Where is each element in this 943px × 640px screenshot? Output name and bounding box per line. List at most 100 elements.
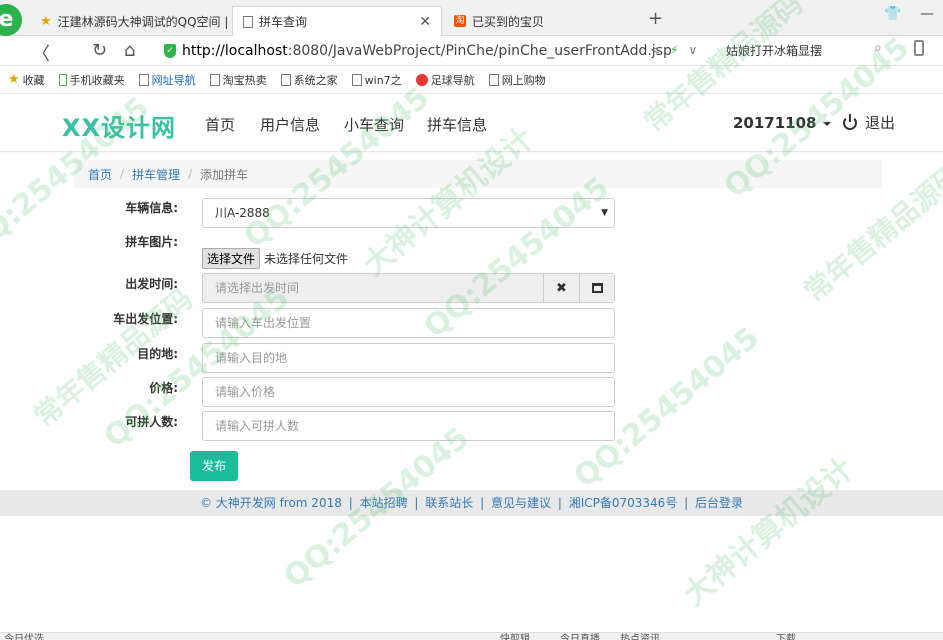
page-icon bbox=[280, 73, 291, 86]
page-icon bbox=[488, 73, 499, 86]
shield-icon: ✓ bbox=[164, 44, 176, 58]
tab-label: 汪建林源码大神调试的QQ空间 | bbox=[57, 14, 229, 29]
car-select-value: 川A-2888 bbox=[215, 206, 270, 220]
page-icon bbox=[243, 15, 253, 28]
new-tab-button[interactable]: + bbox=[648, 8, 663, 29]
depart-time-picker: 请选择出发时间 ✖ bbox=[202, 273, 615, 303]
lightning-icon[interactable]: ⚡ bbox=[670, 43, 678, 57]
home-icon[interactable]: ⌂ bbox=[124, 40, 135, 61]
bookmark-win7[interactable]: win7之 bbox=[351, 72, 402, 88]
footer-copyright[interactable]: © 大神开发网 from 2018 bbox=[200, 496, 342, 510]
star-icon: ★ bbox=[8, 72, 20, 87]
price-input[interactable]: 请输入价格 bbox=[202, 377, 615, 407]
url-tools: < ⚡ ∨ bbox=[650, 43, 697, 57]
tab-pinche-query[interactable]: 拼车查询 ✕ bbox=[232, 6, 442, 36]
tab-taobao-bought[interactable]: 淘 已买到的宝贝 bbox=[444, 6, 634, 36]
depart-time-input[interactable]: 请选择出发时间 bbox=[202, 273, 544, 303]
breadcrumb-separator: / bbox=[120, 167, 125, 181]
breadcrumb-section[interactable]: 拼车管理 bbox=[132, 166, 180, 183]
close-tab-icon[interactable]: ✕ bbox=[419, 14, 431, 30]
tab-label: 拼车查询 bbox=[259, 15, 308, 29]
nav-home[interactable]: 首页 bbox=[205, 114, 235, 135]
image-label: 拼车图片: bbox=[125, 235, 178, 249]
caret-down-icon bbox=[822, 121, 831, 126]
footer-link-icp[interactable]: 湘ICP备0703346号 bbox=[569, 496, 678, 510]
choose-file-button[interactable]: 选择文件 bbox=[202, 248, 261, 269]
bookmark-mobile[interactable]: 手机收藏夹 bbox=[58, 72, 125, 88]
footer-separator: | bbox=[348, 496, 353, 510]
bookmark-label: 系统之家 bbox=[293, 73, 338, 87]
bookmark-system[interactable]: 系统之家 bbox=[280, 72, 338, 88]
footer-link-feedback[interactable]: 意见与建议 bbox=[491, 496, 551, 510]
status-item-clip[interactable]: 快剪辑 bbox=[500, 633, 530, 640]
footer-separator: | bbox=[480, 496, 485, 510]
page-icon bbox=[351, 73, 362, 86]
chevron-down-icon: ▼ bbox=[601, 208, 608, 218]
dest-label: 目的地: bbox=[137, 347, 178, 361]
nav-pinche-info[interactable]: 拼车信息 bbox=[427, 114, 487, 135]
bookmark-label: win7之 bbox=[364, 73, 402, 87]
watermark-design: 大神计算机设计 bbox=[676, 451, 861, 614]
share-icon[interactable]: < bbox=[650, 43, 660, 57]
minimize-icon[interactable]: — bbox=[920, 6, 934, 22]
bookmark-taobao[interactable]: 淘宝热卖 bbox=[209, 72, 267, 88]
submit-button[interactable]: 发布 bbox=[190, 451, 238, 481]
back-icon[interactable]: 〈 bbox=[32, 40, 50, 66]
file-upload: 选择文件 未选择任何文件 bbox=[202, 248, 348, 269]
bookmark-label: 收藏 bbox=[22, 73, 45, 87]
user-name: 20171108 bbox=[733, 114, 817, 132]
footer-link-admin[interactable]: 后台登录 bbox=[695, 496, 743, 510]
bookmark-label: 淘宝热卖 bbox=[222, 73, 267, 87]
footer-separator: | bbox=[684, 496, 689, 510]
logout-label: 退出 bbox=[865, 114, 896, 132]
browser-tab-strip: e ★ 汪建林源码大神调试的QQ空间 | 拼车查询 ✕ 淘 已买到的宝贝 + 👕… bbox=[0, 0, 943, 36]
bookmark-favorites[interactable]: ★ 收藏 bbox=[8, 72, 45, 88]
car-label: 车辆信息: bbox=[125, 201, 178, 215]
site-brand[interactable]: XX设计网 bbox=[62, 108, 176, 143]
phone-icon bbox=[58, 73, 67, 86]
page-icon bbox=[209, 73, 220, 86]
search-input[interactable]: 姑娘打开冰箱显摆 bbox=[716, 40, 896, 62]
bookmark-nav[interactable]: 网址导航 bbox=[138, 72, 196, 88]
dest-input[interactable]: 请输入目的地 bbox=[202, 343, 615, 373]
footer-link-jobs[interactable]: 本站招聘 bbox=[360, 496, 408, 510]
taobao-icon: 淘 bbox=[454, 15, 466, 27]
url-field[interactable]: ✓ http://localhost:8080/JavaWebProject/P… bbox=[164, 40, 706, 62]
nav-car-query[interactable]: 小车查询 bbox=[344, 114, 404, 135]
breadcrumb-current: 添加拼车 bbox=[200, 167, 249, 182]
calendar-icon[interactable] bbox=[580, 273, 615, 303]
breadcrumb-home[interactable]: 首页 bbox=[88, 166, 112, 183]
reload-icon[interactable]: ↻ bbox=[92, 40, 107, 61]
search-icon[interactable]: ⌕ bbox=[874, 40, 882, 56]
power-icon bbox=[843, 113, 857, 130]
seats-input[interactable]: 请输入可拼人数 bbox=[202, 411, 615, 441]
file-status: 未选择任何文件 bbox=[264, 252, 349, 266]
status-item-news[interactable]: 热点资讯 bbox=[620, 633, 660, 640]
phone-icon[interactable] bbox=[914, 40, 924, 56]
car-select[interactable]: 川A-2888 ▼ bbox=[202, 198, 615, 228]
tab-qq-space[interactable]: ★ 汪建林源码大神调试的QQ空间 | bbox=[30, 6, 230, 36]
bookmarks-bar: ★ 收藏 手机收藏夹 网址导航 淘宝热卖 系统之家 win7之 足球导航 网上购物 bbox=[0, 66, 943, 94]
depart-place-label: 车出发位置: bbox=[113, 312, 178, 326]
nav-user-info[interactable]: 用户信息 bbox=[260, 114, 320, 135]
status-item-live[interactable]: 今日直播 bbox=[560, 633, 600, 640]
url-host: http://localhost bbox=[182, 43, 288, 59]
footer-separator: | bbox=[557, 496, 562, 510]
chevron-down-icon[interactable]: ∨ bbox=[689, 43, 698, 57]
shirt-skin-icon[interactable]: 👕 bbox=[884, 6, 901, 22]
calendar-glyph bbox=[591, 283, 603, 293]
site-navbar: XX设计网 首页 用户信息 小车查询 拼车信息 20171108 退出 bbox=[0, 94, 943, 152]
bookmark-label: 网址导航 bbox=[151, 73, 196, 87]
logout-link[interactable]: 退出 bbox=[843, 112, 895, 133]
page-icon bbox=[138, 73, 149, 86]
bookmark-label: 足球导航 bbox=[430, 73, 475, 87]
clear-icon[interactable]: ✖ bbox=[544, 273, 580, 303]
status-left[interactable]: 今日优选 bbox=[4, 633, 44, 640]
address-bar: 〈 ↻ ⌂ ✓ http://localhost:8080/JavaWebPro… bbox=[0, 36, 943, 66]
status-item-download[interactable]: 下载 bbox=[776, 633, 796, 640]
footer-link-contact[interactable]: 联系站长 bbox=[425, 496, 473, 510]
bookmark-football[interactable]: 足球导航 bbox=[415, 72, 475, 88]
bookmark-shopping[interactable]: 网上购物 bbox=[488, 72, 546, 88]
user-dropdown[interactable]: 20171108 bbox=[733, 114, 831, 132]
depart-place-input[interactable]: 请输入车出发位置 bbox=[202, 308, 615, 338]
